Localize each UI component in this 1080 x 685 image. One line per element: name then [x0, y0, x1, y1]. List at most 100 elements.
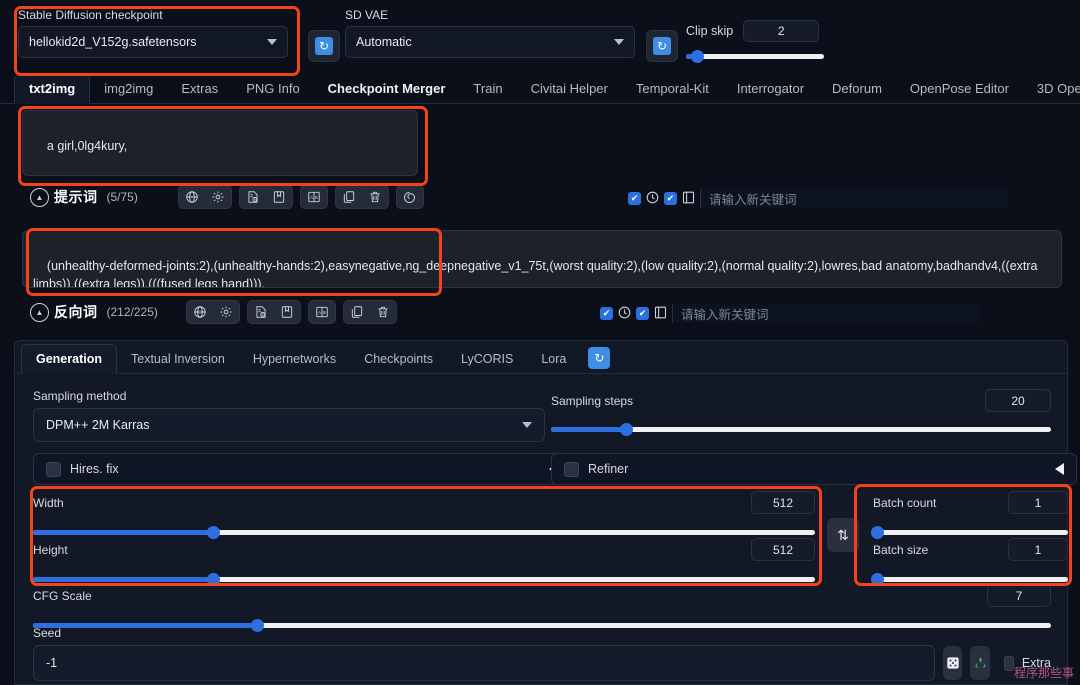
keyword-input[interactable]: 请输入新关键词 [700, 189, 1009, 208]
bookmark-icon[interactable] [266, 186, 292, 208]
slider-thumb[interactable] [620, 422, 633, 436]
vae-dropdown[interactable]: Automatic [345, 26, 635, 58]
width-slider[interactable] [33, 525, 815, 539]
svg-text:B: B [323, 310, 326, 315]
clip-skip-group: Clip skip 2 [686, 20, 886, 63]
negative-prompt-accordion-toggle[interactable]: ▲ 反向词 (212/225) [30, 302, 158, 322]
keyword-input[interactable]: 请输入新关键词 [672, 304, 981, 323]
hires-fix-accordion[interactable]: Hires. fix [33, 453, 571, 485]
refresh-vae-button[interactable]: ↻ [646, 30, 678, 62]
sub-tab-lycoris[interactable]: LyCORIS [447, 345, 527, 373]
slider-thumb[interactable] [691, 49, 705, 63]
checkpoint-dropdown[interactable]: hellokid2d_V152g.safetensors [18, 26, 288, 58]
randomize-seed-button[interactable] [943, 646, 963, 680]
prompt-accordion-toggle[interactable]: ▲ 提示词 (5/75) [30, 187, 138, 207]
recycle-icon [974, 656, 986, 668]
clock-icon[interactable] [617, 305, 632, 323]
keyword-checkbox-1[interactable]: ✔ [628, 192, 641, 205]
batch-count-value[interactable]: 1 [1008, 491, 1068, 514]
refresh-loop-icon[interactable]: ↻ [588, 347, 611, 369]
main-tab-deforum[interactable]: Deforum [818, 75, 896, 103]
slider-fill [33, 576, 213, 582]
document-clock-icon[interactable] [248, 301, 274, 323]
hires-fix-checkbox[interactable] [46, 461, 61, 477]
batch-count-slider[interactable] [870, 525, 1068, 539]
chevron-up-icon: ▲ [30, 187, 49, 207]
main-tab-3d-openpos[interactable]: 3D Openpos [1023, 75, 1080, 103]
seed-input[interactable]: -1 [33, 645, 935, 681]
main-tab-png-info[interactable]: PNG Info [232, 75, 313, 103]
book-icon[interactable] [653, 305, 668, 323]
spiral-icon[interactable] [397, 186, 423, 208]
sub-tab-hypernetworks[interactable]: Hypernetworks [239, 345, 350, 373]
main-tab-civitai-helper[interactable]: Civitai Helper [517, 75, 622, 103]
sampling-method-group: Sampling method DPM++ 2M Karras [33, 389, 545, 442]
keyword-checkbox-2[interactable]: ✔ [636, 307, 649, 320]
vae-selector-group: SD VAE Automatic [345, 8, 635, 58]
width-group: Width 512 [33, 491, 815, 539]
prompt-accordion-label: 提示词 [54, 189, 98, 205]
sub-tab-generation[interactable]: Generation [21, 344, 117, 374]
globe-icon[interactable] [187, 301, 213, 323]
height-value[interactable]: 512 [751, 538, 815, 561]
chevron-down-icon [614, 39, 624, 45]
copy-icon[interactable] [344, 301, 370, 323]
main-tab-checkpoint-merger[interactable]: Checkpoint Merger [314, 75, 460, 103]
batch-size-group: Batch size 1 [870, 538, 1068, 586]
cards-icon[interactable]: AB [309, 301, 335, 323]
width-value[interactable]: 512 [751, 491, 815, 514]
main-tab-txt2img[interactable]: txt2img [14, 74, 91, 104]
book-icon[interactable] [681, 190, 696, 208]
sampling-steps-slider[interactable] [551, 422, 1051, 436]
main-tab-train[interactable]: Train [459, 75, 516, 103]
gear-icon[interactable] [205, 186, 231, 208]
main-tab-extras[interactable]: Extras [167, 75, 232, 103]
negative-prompt-token-count: (212/225) [106, 305, 158, 319]
cfg-scale-label: CFG Scale [33, 588, 92, 603]
sub-tab-lora[interactable]: Lora [527, 345, 580, 373]
keyword-checkbox-2[interactable]: ✔ [664, 192, 677, 205]
keyword-checkbox-1[interactable]: ✔ [600, 307, 613, 320]
document-clock-icon[interactable] [240, 186, 266, 208]
prompt-textarea[interactable]: a girl,0lg4kury, [22, 110, 418, 176]
stable-diffusion-webui: Stable Diffusion checkpoint hellokid2d_V… [0, 0, 1080, 685]
main-tab-interrogator[interactable]: Interrogator [723, 75, 818, 103]
clip-skip-slider[interactable] [686, 49, 824, 63]
cfg-scale-value[interactable]: 7 [987, 584, 1051, 607]
reuse-seed-button[interactable] [970, 646, 990, 680]
refiner-checkbox[interactable] [564, 461, 579, 477]
clock-icon[interactable] [645, 190, 660, 208]
slider-track [686, 53, 824, 59]
cfg-scale-group: CFG Scale 7 [33, 584, 1051, 632]
hires-fix-label: Hires. fix [70, 462, 119, 476]
globe-icon[interactable] [179, 186, 205, 208]
negative-prompt-textarea[interactable]: (unhealthy-deformed-joints:2),(unhealthy… [22, 230, 1062, 288]
slider-thumb[interactable] [206, 525, 220, 539]
bookmark-icon[interactable] [274, 301, 300, 323]
clip-skip-value[interactable]: 2 [743, 20, 820, 42]
prompt-keyword-bar: ✔ ✔ 请输入新关键词 [628, 189, 1009, 208]
copy-icon[interactable] [336, 186, 362, 208]
extra-seed-checkbox[interactable] [1003, 655, 1014, 671]
main-tab-temporal-kit[interactable]: Temporal-Kit [622, 75, 723, 103]
prompt-text: a girl,0lg4kury, [46, 139, 128, 154]
main-tab-img2img[interactable]: img2img [90, 75, 167, 103]
swap-dimensions-button[interactable]: ⇅ [827, 518, 859, 552]
gear-icon[interactable] [213, 301, 239, 323]
refresh-checkpoints-button[interactable]: ↻ [308, 30, 340, 62]
trash-icon[interactable] [370, 301, 396, 323]
batch-size-value[interactable]: 1 [1008, 538, 1068, 561]
sampling-method-dropdown[interactable]: DPM++ 2M Karras [33, 408, 545, 442]
trash-icon[interactable] [362, 186, 388, 208]
vae-label: SD VAE [345, 8, 389, 22]
cards-icon[interactable]: AB [301, 186, 327, 208]
sub-tab-textual-inversion[interactable]: Textual Inversion [117, 345, 239, 373]
refresh-icon: ↻ [315, 37, 333, 55]
sampling-steps-value[interactable]: 20 [985, 389, 1051, 412]
checkpoint-label: Stable Diffusion checkpoint [18, 8, 163, 22]
slider-thumb[interactable] [870, 525, 884, 539]
refiner-accordion[interactable]: Refiner [551, 453, 1077, 485]
main-tab-openpose-editor[interactable]: OpenPose Editor [896, 75, 1023, 103]
prompt-token-count: (5/75) [106, 190, 138, 204]
sub-tab-checkpoints[interactable]: Checkpoints [350, 345, 447, 373]
